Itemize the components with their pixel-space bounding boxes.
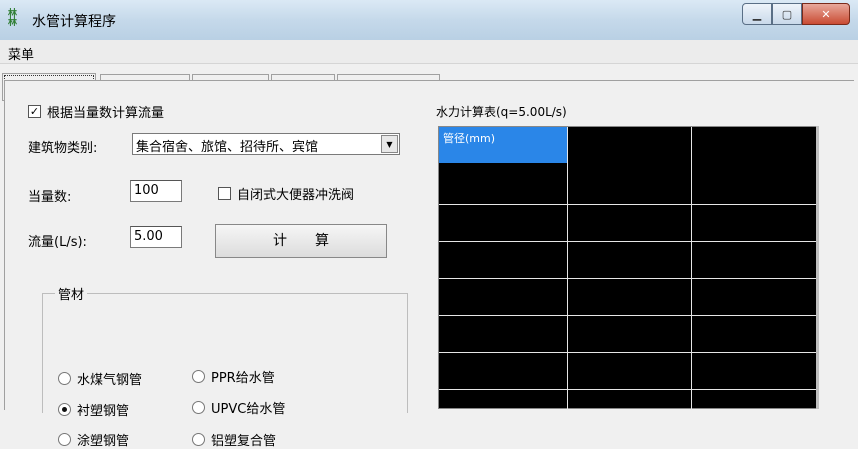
menu-item-main[interactable]: 菜单 bbox=[8, 44, 34, 63]
radio-label: UPVC给水管 bbox=[211, 402, 286, 417]
grid-row-divider bbox=[439, 204, 819, 205]
app-icon: 林林 bbox=[8, 9, 18, 28]
fixture-units-input[interactable]: 100 bbox=[130, 180, 182, 202]
maximize-button[interactable]: ▢ bbox=[772, 3, 802, 25]
radio-plastic-lined-steel[interactable]: 衬塑钢管 bbox=[58, 400, 129, 419]
window-title: 水管计算程序 bbox=[32, 14, 116, 30]
hydraulic-table[interactable]: 管径(mm) bbox=[438, 126, 819, 410]
building-type-value: 集合宿舍、旅馆、招待所、宾馆 bbox=[136, 140, 319, 155]
radio-icon[interactable] bbox=[58, 433, 71, 446]
radio-coated-steel[interactable]: 涂塑钢管 bbox=[58, 430, 129, 449]
header-cell-diameter[interactable]: 管径(mm) bbox=[439, 127, 567, 163]
table-scroll-edge bbox=[816, 126, 819, 409]
pipe-material-legend: 管材 bbox=[55, 284, 88, 303]
flow-label: 流量(L/s): bbox=[28, 235, 87, 250]
close-icon: ✕ bbox=[821, 7, 831, 21]
radio-upvc[interactable]: UPVC给水管 bbox=[192, 398, 285, 417]
radio-icon[interactable] bbox=[192, 433, 205, 446]
radio-icon[interactable] bbox=[58, 372, 71, 385]
fixture-units-label: 当量数: bbox=[28, 190, 72, 205]
radio-icon[interactable] bbox=[192, 370, 205, 383]
grid-row-divider bbox=[439, 241, 819, 242]
fixture-units-checkbox[interactable]: ✓ 根据当量数计算流量 bbox=[28, 102, 164, 121]
checkbox-unchecked-icon[interactable] bbox=[218, 187, 231, 200]
radio-label: 水煤气钢管 bbox=[77, 373, 143, 388]
building-type-label: 建筑物类别: bbox=[28, 141, 98, 156]
minimize-icon: ▁ bbox=[752, 7, 762, 21]
radio-selected-icon[interactable] bbox=[58, 403, 71, 416]
pipe-material-group: 管材 bbox=[42, 284, 408, 413]
grid-row-divider bbox=[439, 389, 819, 390]
calculate-button[interactable]: 计 算 bbox=[215, 224, 387, 258]
grid-row-divider bbox=[439, 315, 819, 316]
fixture-units-checkbox-label: 根据当量数计算流量 bbox=[47, 106, 165, 121]
self-closing-valve-checkbox[interactable]: 自闭式大便器冲洗阀 bbox=[218, 184, 354, 203]
window-controls: ▁ ▢ ✕ bbox=[742, 3, 850, 25]
maximize-icon: ▢ bbox=[781, 7, 793, 21]
radio-label: 涂塑钢管 bbox=[77, 434, 130, 449]
building-type-select[interactable]: 集合宿舍、旅馆、招待所、宾馆 ▼ bbox=[132, 133, 400, 155]
dropdown-arrow-icon[interactable]: ▼ bbox=[381, 135, 398, 153]
grid-column-divider bbox=[691, 127, 692, 410]
radio-aluminum-plastic[interactable]: 铝塑复合管 bbox=[192, 430, 276, 449]
grid-row-divider bbox=[439, 352, 819, 353]
checkbox-checked-icon[interactable]: ✓ bbox=[28, 105, 41, 118]
title-bar[interactable]: 林林 水管计算程序 ▁ ▢ ✕ bbox=[0, 0, 858, 40]
radio-galvanized-steel[interactable]: 水煤气钢管 bbox=[58, 369, 142, 388]
radio-ppr[interactable]: PPR给水管 bbox=[192, 367, 275, 386]
menu-bar: 菜单 bbox=[0, 40, 858, 64]
close-button[interactable]: ✕ bbox=[802, 3, 850, 25]
hydraulic-table-title: 水力计算表(q=5.00L/s) bbox=[436, 105, 567, 119]
grid-column-divider bbox=[567, 127, 568, 410]
radio-label: 衬塑钢管 bbox=[77, 404, 130, 419]
radio-label: 铝塑复合管 bbox=[211, 434, 277, 449]
radio-label: PPR给水管 bbox=[211, 371, 275, 386]
grid-row-divider bbox=[439, 278, 819, 279]
minimize-button[interactable]: ▁ bbox=[742, 3, 772, 25]
self-closing-valve-label: 自闭式大便器冲洗阀 bbox=[237, 188, 355, 203]
flow-input[interactable]: 5.00 bbox=[130, 226, 182, 248]
radio-icon[interactable] bbox=[192, 401, 205, 414]
